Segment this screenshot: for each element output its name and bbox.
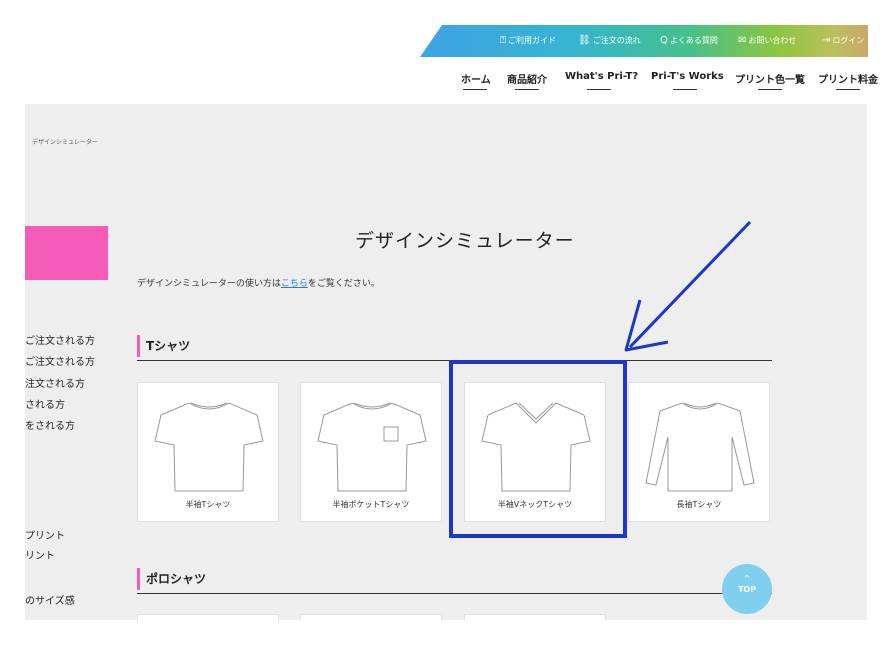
main-nav: ホーム 商品紹介 What's Pri-T? Pri-T's Works プリン…	[0, 71, 892, 91]
content-area: デザインシミュレーター ご注文される方 ご注文される方 注文される方 される方 …	[25, 104, 867, 620]
back-to-top-label: TOP	[737, 585, 757, 594]
product-card-polo[interactable]	[464, 614, 606, 620]
back-to-top-button[interactable]: ^ TOP	[722, 564, 772, 614]
nav-underline	[515, 89, 539, 90]
utility-link-label: ご注文の流れ	[592, 36, 641, 45]
sidebar-banner[interactable]	[25, 226, 108, 280]
utility-link-login[interactable]: ⇥ ログイン	[822, 25, 864, 57]
product-label: 半袖ポケットTシャツ	[332, 500, 410, 509]
utility-link-contact[interactable]: ✉ お問い合わせ	[738, 25, 796, 57]
sidebar-link[interactable]: ご注文される方	[25, 332, 95, 347]
utility-link-label: よくある質問	[669, 36, 718, 45]
mail-icon: ✉	[738, 35, 747, 46]
section-title-tshirts: Tシャツ	[137, 335, 190, 357]
sidebar-link[interactable]: プリント	[25, 527, 65, 542]
product-label: 半袖VネックTシャツ	[497, 500, 573, 509]
sidebar-link[interactable]: リント	[25, 547, 55, 562]
login-icon: ⇥	[822, 35, 831, 46]
flow-icon: ⛓	[578, 35, 591, 46]
nav-item-print-colors[interactable]: プリント色一覧	[735, 71, 805, 86]
sidebar-link[interactable]: をされる方	[25, 417, 75, 432]
nav-underline	[836, 89, 860, 90]
chevron-up-icon: ^	[743, 574, 751, 583]
tshirt-long-sleeve-icon	[645, 402, 755, 492]
product-card-pocket[interactable]: 半袖ポケットTシャツ	[300, 382, 442, 522]
intro-after: をご覧ください。	[307, 279, 380, 289]
utility-link-flow[interactable]: ⛓ ご注文の流れ	[578, 25, 641, 57]
utility-link-label: ログイン	[832, 36, 865, 45]
product-label: 半袖Tシャツ	[185, 500, 231, 509]
section-rule	[137, 593, 772, 594]
nav-underline	[587, 89, 611, 90]
breadcrumb: デザインシミュレーター	[32, 139, 98, 146]
page-title: デザインシミュレーター	[355, 230, 575, 252]
product-card-polo[interactable]	[300, 614, 442, 620]
utility-link-label: ご利用ガイド	[508, 36, 556, 45]
nav-item-print-price[interactable]: プリント料金	[818, 71, 878, 86]
tshirt-vneck-icon	[481, 402, 591, 492]
product-card-polo[interactable]	[137, 614, 279, 620]
sidebar-link[interactable]: される方	[25, 396, 65, 411]
nav-underline	[463, 89, 487, 90]
nav-item-products[interactable]: 商品紹介	[507, 71, 547, 86]
intro-help-link[interactable]: こちら	[281, 279, 308, 289]
utility-link-guide[interactable]: ⍰ ご利用ガイド	[500, 25, 556, 57]
nav-underline	[758, 89, 782, 90]
product-card-short-sleeve[interactable]: 半袖Tシャツ	[137, 382, 279, 522]
nav-item-home[interactable]: ホーム	[461, 71, 491, 86]
guide-icon: ⍰	[500, 35, 506, 46]
product-label: 長袖Tシャツ	[676, 500, 722, 509]
intro-text: デザインシミュレーターの使い方はこちらをご覧ください。	[137, 276, 380, 289]
sidebar-link[interactable]: のサイズ感	[25, 592, 75, 607]
section-rule	[137, 360, 772, 361]
utility-link-label: お問い合わせ	[748, 36, 797, 45]
utility-bar: ⍰ ご利用ガイド ⛓ ご注文の流れ Q よくある質問 ✉ お問い合わせ ⇥ ログイン	[420, 25, 868, 57]
nav-item-about[interactable]: What's Pri-T?	[565, 71, 638, 82]
section-title-polo: ポロシャツ	[137, 568, 206, 590]
intro-before: デザインシミュレーターの使い方は	[137, 279, 281, 289]
tshirt-pocket-icon	[317, 402, 427, 492]
product-card-vneck[interactable]: 半袖VネックTシャツ	[464, 382, 606, 522]
tshirt-short-sleeve-icon	[154, 402, 264, 492]
nav-underline	[673, 89, 697, 90]
sidebar-link[interactable]: ご注文される方	[25, 353, 95, 368]
faq-icon: Q	[660, 35, 668, 46]
sidebar-link[interactable]: 注文される方	[25, 375, 85, 390]
product-card-long-sleeve[interactable]: 長袖Tシャツ	[628, 382, 770, 522]
nav-item-works[interactable]: Pri-T's Works	[651, 71, 724, 82]
utility-link-faq[interactable]: Q よくある質問	[660, 25, 718, 57]
